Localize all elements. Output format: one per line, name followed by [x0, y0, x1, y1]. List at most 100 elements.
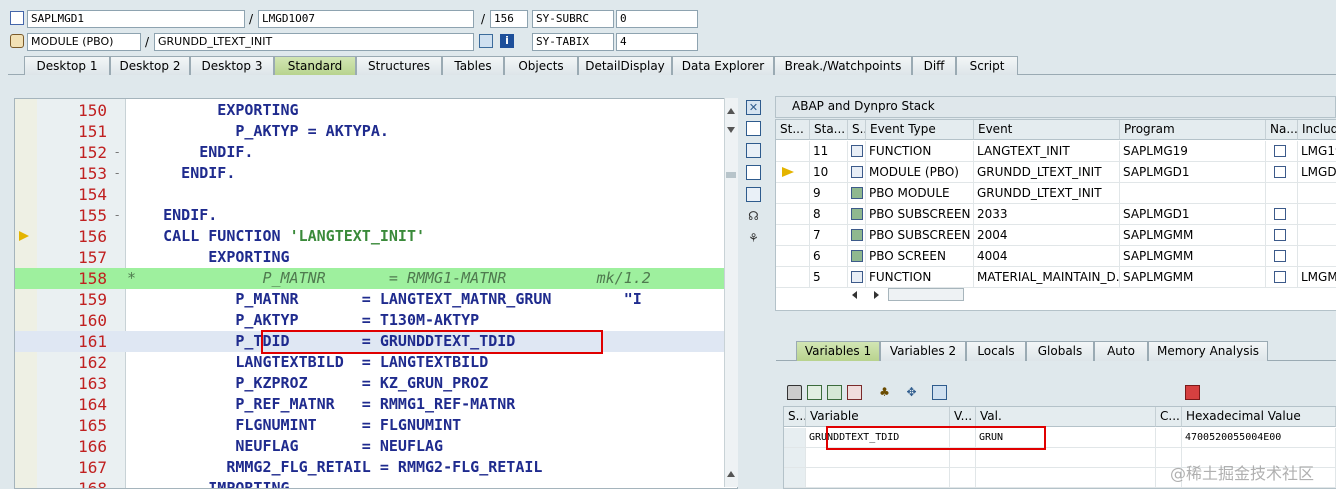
variable-col-header[interactable]: V... — [950, 407, 976, 427]
stack-cell-nav[interactable] — [1266, 162, 1298, 183]
stack-cell-event[interactable]: LANGTEXT_INIT — [974, 141, 1120, 162]
layout-icon[interactable] — [746, 187, 761, 202]
stack-cell-sta[interactable]: 10 — [810, 162, 848, 183]
stack-cell-icon[interactable] — [848, 141, 866, 162]
variable-cell[interactable] — [950, 468, 976, 488]
stack-cell-program[interactable]: SAPLMGD1 — [1120, 204, 1266, 225]
stack-col-header[interactable]: Includ — [1298, 120, 1336, 140]
stack-cell-icon[interactable] — [848, 162, 866, 183]
code-line[interactable]: 167 RMMG2_FLG_RETAIL = RMMG2-FLG_RETAIL — [15, 457, 737, 478]
tab-auto[interactable]: Auto — [1094, 341, 1148, 361]
variable-cell-value[interactable] — [976, 448, 1156, 468]
hierarchy-icon[interactable]: ♣ — [877, 385, 892, 400]
stack-cell-program[interactable]: SAPLMGMM — [1120, 246, 1266, 267]
stack-col-header[interactable]: Na... — [1266, 120, 1298, 140]
stack-col-header[interactable]: Program — [1120, 120, 1266, 140]
stack-cell-nav[interactable] — [1266, 246, 1298, 267]
variable-cell-value[interactable] — [976, 468, 1156, 488]
code-line[interactable]: 155- ENDIF. — [15, 205, 737, 226]
code-line[interactable]: 156 CALL FUNCTION 'LANGTEXT_INIT' — [15, 226, 737, 247]
code-line[interactable]: 160 P_AKTYP = T130M-AKTYP — [15, 310, 737, 331]
tab-diff[interactable]: Diff — [912, 56, 956, 75]
variable-cell[interactable] — [784, 448, 806, 468]
navigate-source-icon[interactable] — [1274, 145, 1286, 157]
navigate-source-icon[interactable] — [1274, 208, 1286, 220]
stack-cell-icon[interactable] — [848, 183, 866, 204]
stack-cell-program[interactable]: SAPLMGMM — [1120, 267, 1266, 288]
stack-cell-sta[interactable]: 6 — [810, 246, 848, 267]
stack-cell-etype[interactable]: PBO SUBSCREEN — [866, 225, 974, 246]
export-icon[interactable] — [847, 385, 862, 400]
source-code-editor[interactable]: 150 EXPORTING 151 P_AKTYP = AKTYPA. 152- E… — [14, 98, 738, 489]
tab-memory-analysis[interactable]: Memory Analysis — [1148, 341, 1268, 361]
stack-cell-marker[interactable] — [776, 225, 810, 246]
stack-cell-marker[interactable] — [776, 141, 810, 162]
scroll-thumb[interactable] — [888, 288, 964, 301]
stack-cell-nav[interactable] — [1266, 204, 1298, 225]
stack-cell-marker[interactable] — [776, 183, 810, 204]
info-icon[interactable]: i — [500, 34, 514, 48]
tab-script[interactable]: Script — [956, 56, 1018, 75]
line-field[interactable]: 156 — [490, 10, 528, 28]
tab-desktop-2[interactable]: Desktop 2 — [110, 56, 190, 75]
fold-marker[interactable]: - — [115, 205, 119, 226]
code-line[interactable]: 158 * P_MATNR = RMMG1-MATNR mk/1.2 — [15, 268, 737, 289]
tabix-value[interactable]: 4 — [616, 33, 698, 51]
stack-cell-event[interactable]: 2033 — [974, 204, 1120, 225]
stack-cell-etype[interactable]: PBO SUBSCREEN — [866, 204, 974, 225]
event-type-field[interactable]: MODULE (PBO) — [27, 33, 141, 51]
code-line[interactable]: 159 P_MATNR = LANGTEXT_MATNR_GRUN "I — [15, 289, 737, 310]
save-variables-icon[interactable] — [827, 385, 842, 400]
variable-col-header[interactable]: C... — [1156, 407, 1182, 427]
stack-cell-event[interactable]: MATERIAL_MAINTAIN_D... — [974, 267, 1120, 288]
code-line[interactable]: 165 FLGNUMINT = FLGNUMINT — [15, 415, 737, 436]
scroll-right-arrow[interactable] — [874, 291, 879, 299]
code-line[interactable]: 151 P_AKTYP = AKTYPA. — [15, 121, 737, 142]
scroll-thumb[interactable] — [726, 172, 736, 178]
stack-cell-include[interactable] — [1298, 183, 1336, 204]
event-field[interactable]: GRUNDD_LTEXT_INIT — [154, 33, 474, 51]
swap-icon[interactable] — [746, 143, 761, 158]
scroll-left-arrow[interactable] — [852, 291, 857, 299]
stack-cell-nav[interactable] — [1266, 225, 1298, 246]
tab-variables-2[interactable]: Variables 2 — [880, 341, 966, 361]
tab-standard[interactable]: Standard — [274, 56, 356, 75]
code-line[interactable]: 163 P_KZPROZ = KZ_GRUN_PROZ — [15, 373, 737, 394]
fold-marker[interactable]: - — [115, 163, 119, 184]
variable-col-header[interactable]: S... — [784, 407, 806, 427]
code-line[interactable]: 152- ENDIF. — [15, 142, 737, 163]
stack-cell-marker[interactable] — [776, 246, 810, 267]
stack-cell-etype[interactable]: FUNCTION — [866, 141, 974, 162]
stack-cell-program[interactable] — [1120, 183, 1266, 204]
variable-cell[interactable] — [1156, 428, 1182, 448]
stack-cell-include[interactable]: LMGMI — [1298, 267, 1336, 288]
variable-cell[interactable] — [784, 428, 806, 448]
stack-cell-sta[interactable]: 7 — [810, 225, 848, 246]
load-icon[interactable] — [807, 385, 822, 400]
navigate-icon[interactable]: ✥ — [904, 385, 919, 400]
variable-cell-variable[interactable] — [806, 468, 950, 488]
stack-cell-program[interactable]: SAPLMGD1 — [1120, 162, 1266, 183]
stack-cell-marker[interactable] — [776, 162, 810, 183]
tab-desktop-3[interactable]: Desktop 3 — [190, 56, 274, 75]
navigate-source-icon[interactable] — [1274, 229, 1286, 241]
tab-structures[interactable]: Structures — [356, 56, 442, 75]
variable-cell[interactable] — [950, 448, 976, 468]
fold-marker[interactable]: - — [115, 142, 119, 163]
stack-col-header[interactable]: S... — [848, 120, 866, 140]
stack-cell-etype[interactable]: PBO MODULE — [866, 183, 974, 204]
code-line[interactable]: 154 — [15, 184, 737, 205]
stack-cell-etype[interactable]: MODULE (PBO) — [866, 162, 974, 183]
display-icon[interactable] — [479, 34, 493, 48]
stack-col-header[interactable]: Event Type — [866, 120, 974, 140]
code-line[interactable]: 157 EXPORTING — [15, 247, 737, 268]
stack-hscroll[interactable] — [852, 288, 964, 302]
code-line[interactable]: 162 LANGTEXTBILD = LANGTEXTBILD — [15, 352, 737, 373]
variable-col-header[interactable]: Variable — [806, 407, 950, 427]
stack-cell-sta[interactable]: 9 — [810, 183, 848, 204]
stack-cell-sta[interactable]: 11 — [810, 141, 848, 162]
stack-cell-include[interactable] — [1298, 204, 1336, 225]
tab-detaildisplay[interactable]: DetailDisplay — [578, 56, 672, 75]
fullscreen-icon[interactable] — [746, 165, 761, 180]
close-icon[interactable]: ✕ — [746, 100, 761, 115]
